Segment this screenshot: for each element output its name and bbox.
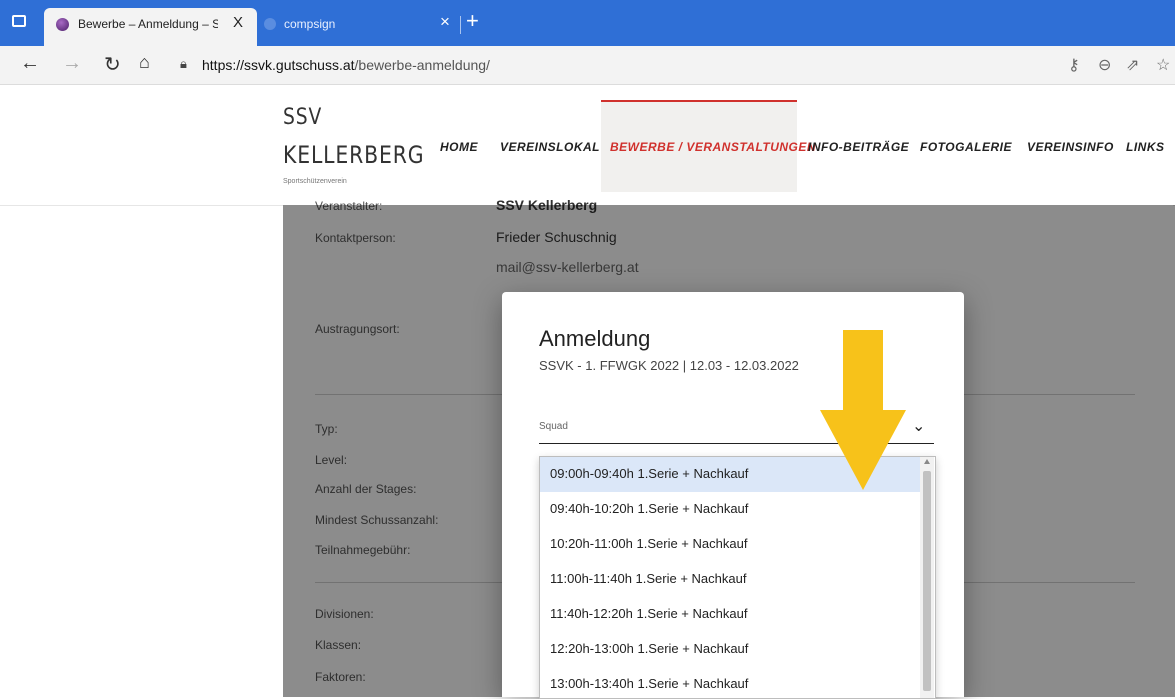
- tab-title: Bewerbe – Anmeldung – SSV Kel: [78, 17, 218, 31]
- nav-links[interactable]: LINKS: [1126, 140, 1165, 154]
- squad-option[interactable]: 11:00h-11:40h 1.Serie + Nachkauf: [540, 562, 920, 597]
- chevron-down-icon[interactable]: ⌄: [912, 416, 925, 436]
- option-label: 11:00h-11:40h 1.Serie + Nachkauf: [550, 571, 747, 586]
- dialog-title: Anmeldung: [539, 326, 651, 351]
- logo-kellerberg[interactable]: KELLERBERG: [283, 141, 424, 169]
- site-favicon-icon: [264, 18, 276, 30]
- nav-bewerbe-veranstaltungen[interactable]: BEWERBE / VERANSTALTUNGEN: [610, 140, 816, 154]
- favorite-icon[interactable]: ☆: [1156, 55, 1170, 75]
- scrollbar-thumb[interactable]: [923, 471, 931, 691]
- yellow-arrow-down-icon: [820, 330, 906, 490]
- share-icon[interactable]: ⇗: [1126, 55, 1139, 75]
- scroll-up-icon[interactable]: [924, 459, 930, 464]
- browser-tab-bar: Bewerbe – Anmeldung – SSV Kel X compsign…: [0, 0, 1175, 46]
- option-label: 11:40h-12:20h 1.Serie + Nachkauf: [550, 606, 748, 621]
- close-tab-icon[interactable]: X: [233, 14, 243, 31]
- logo-subtitle: Sportschützenverein: [283, 178, 347, 185]
- logo-ssv[interactable]: SSV: [283, 105, 322, 130]
- address-bar: ← → ↻ ⌂ 🔒︎ https://ssvk.gutschuss.at/bew…: [0, 46, 1175, 85]
- site-header: SSV KELLERBERG Sportschützenverein HOME …: [0, 85, 1175, 206]
- option-label: 09:00h-09:40h 1.Serie + Nachkauf: [550, 466, 749, 481]
- squad-option[interactable]: 13:00h-13:40h 1.Serie + Nachkauf: [540, 667, 920, 698]
- squad-select-placeholder[interactable]: Squad: [539, 421, 568, 432]
- reload-icon[interactable]: ↻: [104, 52, 121, 77]
- squad-options-list[interactable]: 09:00h-09:40h 1.Serie + Nachkauf 09:40h-…: [539, 456, 936, 699]
- zoom-icon[interactable]: ⊖: [1098, 55, 1111, 75]
- tab-separator: [460, 16, 461, 34]
- nav-vereinslokal[interactable]: VEREINSLOKAL: [500, 140, 600, 154]
- tab-title: compsign: [284, 17, 336, 31]
- key-icon[interactable]: ⚷: [1068, 55, 1080, 75]
- new-tab-button[interactable]: +: [466, 8, 479, 34]
- tab-bewerbe-anmeldung[interactable]: Bewerbe – Anmeldung – SSV Kel X: [44, 8, 257, 46]
- close-tab-icon[interactable]: ×: [440, 12, 450, 32]
- squad-option[interactable]: 10:20h-11:00h 1.Serie + Nachkauf: [540, 527, 920, 562]
- nav-fotogalerie[interactable]: FOTOGALERIE: [920, 140, 1012, 154]
- option-label: 12:20h-13:00h 1.Serie + Nachkauf: [550, 641, 749, 656]
- option-label: 09:40h-10:20h 1.Serie + Nachkauf: [550, 501, 749, 516]
- squad-option[interactable]: 11:40h-12:20h 1.Serie + Nachkauf: [540, 597, 920, 632]
- option-label: 13:00h-13:40h 1.Serie + Nachkauf: [550, 676, 749, 691]
- url-host: https://ssvk.gutschuss.at: [202, 57, 355, 73]
- back-icon[interactable]: ←: [20, 52, 40, 75]
- nav-home[interactable]: HOME: [440, 140, 478, 154]
- forward-icon[interactable]: →: [62, 52, 82, 75]
- nav-vereinsinfo[interactable]: VEREINSINFO: [1027, 140, 1114, 154]
- option-label: 10:20h-11:00h 1.Serie + Nachkauf: [550, 536, 748, 551]
- url-field[interactable]: 🔒︎ https://ssvk.gutschuss.at/bewerbe-anm…: [170, 50, 1170, 80]
- squad-option[interactable]: 09:40h-10:20h 1.Serie + Nachkauf: [540, 492, 920, 527]
- lock-icon[interactable]: 🔒︎: [180, 56, 187, 72]
- url-text: https://ssvk.gutschuss.at/bewerbe-anmeld…: [202, 57, 490, 73]
- site-favicon-icon: [56, 18, 69, 31]
- nav-info-beitraege[interactable]: INFO-BEITRÄGE: [808, 140, 909, 154]
- tab-compsign[interactable]: compsign ×: [262, 8, 462, 38]
- squad-option[interactable]: 12:20h-13:00h 1.Serie + Nachkauf: [540, 632, 920, 667]
- home-icon[interactable]: ⌂: [139, 52, 150, 73]
- url-path: /bewerbe-anmeldung/: [354, 57, 490, 73]
- window-menu-icon[interactable]: [12, 15, 26, 27]
- dropdown-scrollbar[interactable]: [920, 457, 934, 698]
- dialog-subtitle: SSVK - 1. FFWGK 2022 | 12.03 - 12.03.202…: [539, 358, 799, 373]
